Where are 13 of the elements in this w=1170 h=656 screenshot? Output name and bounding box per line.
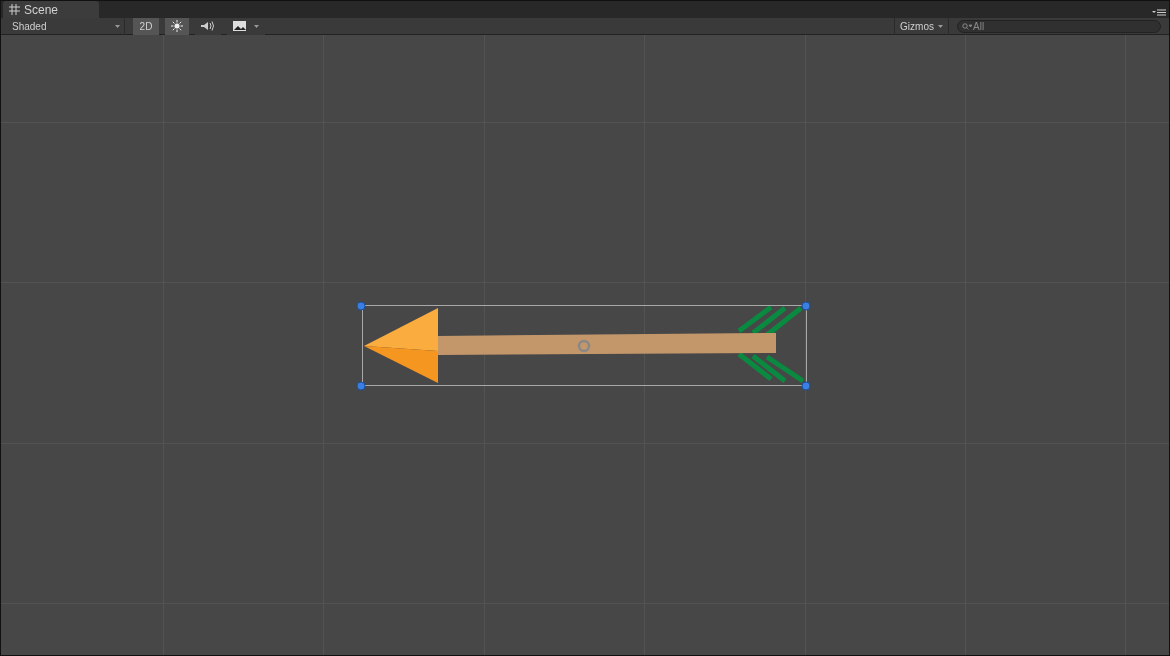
scene-tab[interactable]: Scene [3,1,99,18]
caret-icon [938,24,943,28]
menu-icon[interactable] [1152,9,1166,16]
grid-icon [9,4,20,15]
image-icon [233,20,246,32]
speaker-icon [201,20,215,32]
gizmos-dropdown[interactable]: Gizmos [894,17,949,35]
caret-icon [115,24,120,28]
search-field[interactable]: All [957,19,1161,33]
caret-icon [254,24,259,28]
selected-arrow-sprite-drawing[interactable] [356,301,811,391]
draw-mode-dropdown[interactable]: Shaded [1,17,125,35]
sun-icon [171,20,183,32]
